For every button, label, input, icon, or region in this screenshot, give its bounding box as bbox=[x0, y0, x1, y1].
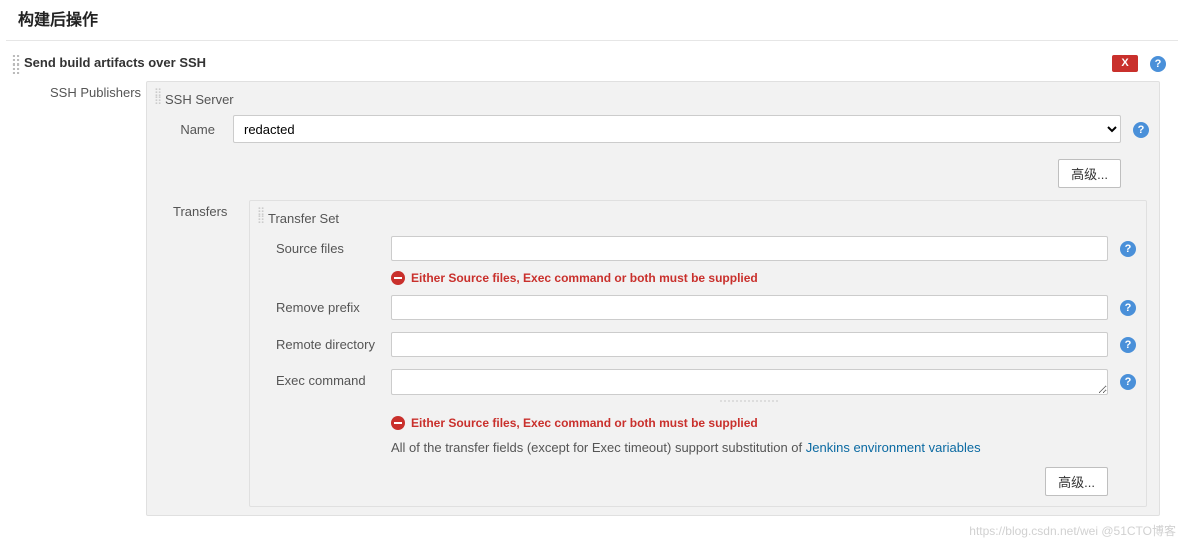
ssh-server-label: SSH Server bbox=[163, 88, 234, 107]
source-files-input[interactable] bbox=[391, 236, 1108, 261]
source-files-label: Source files bbox=[276, 241, 391, 256]
drag-handle-icon[interactable]: ⠿⠿ bbox=[6, 55, 24, 75]
ssh-server-name-select[interactable]: redacted bbox=[233, 115, 1121, 143]
section-title: 构建后操作 bbox=[6, 0, 1178, 41]
transfer-set-label: Transfer Set bbox=[266, 207, 339, 226]
error-icon bbox=[391, 271, 405, 285]
resize-handle-icon[interactable] bbox=[720, 400, 780, 406]
error-message: Either Source files, Exec command or bot… bbox=[391, 412, 1146, 434]
remove-prefix-label: Remove prefix bbox=[276, 300, 391, 315]
drag-handle-icon[interactable]: ⠿⠿ bbox=[254, 207, 266, 225]
help-icon[interactable]: ? bbox=[1150, 56, 1166, 72]
advanced-button[interactable]: 高级... bbox=[1058, 159, 1121, 188]
ssh-publishers-label: SSH Publishers bbox=[50, 81, 146, 100]
transfer-note: All of the transfer fields (except for E… bbox=[391, 434, 1146, 461]
drag-handle-icon[interactable]: ⠿⠿ bbox=[151, 88, 163, 106]
env-vars-link[interactable]: Jenkins environment variables bbox=[806, 440, 981, 455]
help-icon[interactable]: ? bbox=[1120, 374, 1136, 390]
remove-prefix-input[interactable] bbox=[391, 295, 1108, 320]
transfers-label: Transfers bbox=[173, 200, 249, 219]
help-icon[interactable]: ? bbox=[1133, 122, 1149, 138]
exec-command-label: Exec command bbox=[276, 369, 391, 388]
close-button[interactable]: X bbox=[1112, 55, 1138, 72]
help-icon[interactable]: ? bbox=[1120, 300, 1136, 316]
remote-directory-input[interactable] bbox=[391, 332, 1108, 357]
help-icon[interactable]: ? bbox=[1120, 241, 1136, 257]
error-icon bbox=[391, 416, 405, 430]
advanced-button[interactable]: 高级... bbox=[1045, 467, 1108, 496]
name-label: Name bbox=[173, 122, 233, 137]
help-icon[interactable]: ? bbox=[1120, 337, 1136, 353]
step-title: Send build artifacts over SSH bbox=[24, 55, 206, 70]
exec-command-input[interactable] bbox=[391, 369, 1108, 395]
error-message: Either Source files, Exec command or bot… bbox=[391, 267, 1146, 289]
remote-directory-label: Remote directory bbox=[276, 337, 391, 352]
